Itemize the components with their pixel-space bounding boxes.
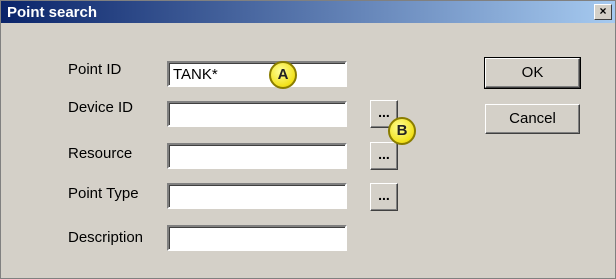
close-icon: × bbox=[599, 4, 607, 18]
resource-label: Resource bbox=[68, 145, 133, 162]
close-button[interactable]: × bbox=[594, 4, 612, 20]
point-type-label: Point Type bbox=[68, 185, 139, 202]
point-type-field[interactable] bbox=[167, 183, 347, 209]
description-field[interactable] bbox=[167, 225, 347, 251]
callout-b-marker: B bbox=[388, 117, 416, 145]
title-bar[interactable]: Point search × bbox=[1, 1, 615, 23]
description-label: Description bbox=[68, 229, 144, 246]
point-id-field[interactable]: TANK* bbox=[167, 61, 347, 87]
device-id-label: Device ID bbox=[68, 99, 134, 116]
point-search-dialog: Point search × Point ID Device ID Resour… bbox=[0, 0, 616, 279]
point-id-label: Point ID bbox=[68, 61, 122, 78]
resource-browse-button[interactable]: ... bbox=[370, 142, 398, 170]
device-id-field[interactable] bbox=[167, 101, 347, 127]
point-type-browse-button[interactable]: ... bbox=[370, 183, 398, 211]
resource-field[interactable] bbox=[167, 143, 347, 169]
cancel-button[interactable]: Cancel bbox=[485, 104, 580, 134]
callout-a-marker: A bbox=[269, 61, 297, 89]
window-title: Point search bbox=[7, 4, 98, 21]
ok-button[interactable]: OK bbox=[484, 57, 581, 89]
